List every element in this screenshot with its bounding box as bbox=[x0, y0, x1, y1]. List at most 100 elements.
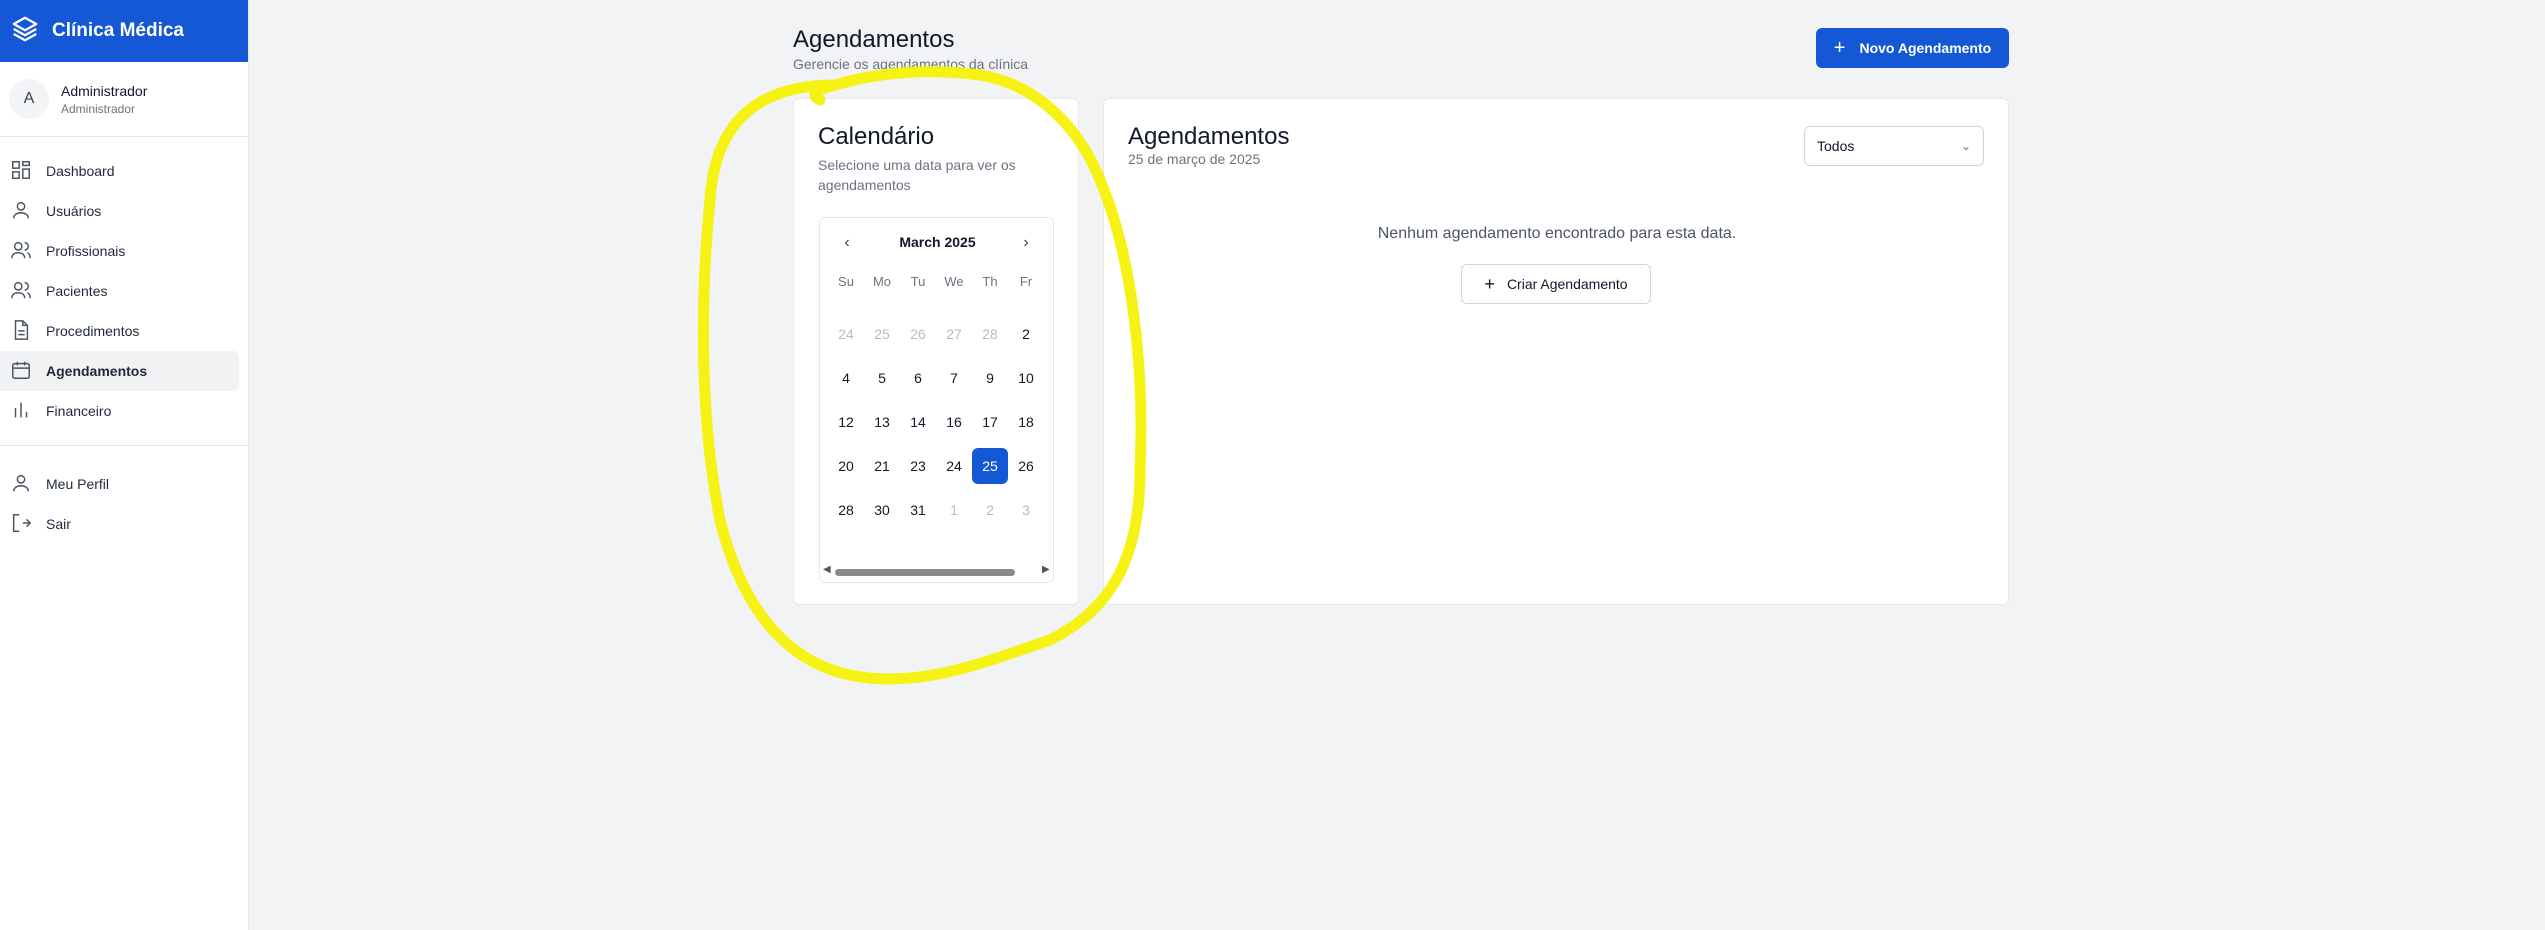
calendar-day-number: 10 bbox=[1018, 370, 1034, 386]
calendar-day-outside[interactable]: 26 bbox=[900, 312, 936, 356]
calendar-day-number: 17 bbox=[982, 414, 998, 430]
calendar-day[interactable]: 9 bbox=[972, 356, 1008, 400]
calendar-day[interactable]: 6 bbox=[900, 356, 936, 400]
sidebar-item-dashboard[interactable]: Dashboard bbox=[0, 151, 240, 191]
calendar-day-outside[interactable]: 1 bbox=[936, 488, 972, 532]
calendar-day[interactable]: 11 bbox=[1044, 356, 1053, 400]
calendar-day[interactable]: 24 bbox=[936, 444, 972, 488]
calendar-day[interactable]: 10 bbox=[1008, 356, 1044, 400]
calendar-day[interactable]: 19 bbox=[1044, 400, 1053, 444]
calendar-day[interactable]: 13 bbox=[864, 400, 900, 444]
sidebar-nav: Dashboard Usuários Profissionais Pacient… bbox=[0, 137, 248, 544]
scroll-right-icon[interactable]: ▶ bbox=[1042, 564, 1050, 575]
calendar-day-number: 13 bbox=[874, 414, 890, 430]
calendar-day-number: 7 bbox=[950, 370, 958, 386]
weekday-label: Th bbox=[982, 273, 998, 289]
sidebar-item-agendamentos[interactable]: Agendamentos bbox=[0, 351, 239, 391]
sidebar-item-financeiro[interactable]: Financeiro bbox=[0, 391, 240, 431]
calendar-day-outside[interactable]: 27 bbox=[936, 312, 972, 356]
calendar-day[interactable]: 16 bbox=[936, 400, 972, 444]
next-month-button[interactable]: › bbox=[1014, 231, 1038, 255]
calendar-day[interactable]: 20 bbox=[828, 444, 864, 488]
calendar-day[interactable]: 12 bbox=[828, 400, 864, 444]
calendar-day[interactable]: 23 bbox=[900, 444, 936, 488]
users-icon bbox=[10, 279, 32, 304]
calendar-day-outside[interactable]: 24 bbox=[828, 312, 864, 356]
appointments-selected-date: 25 de março de 2025 bbox=[1128, 151, 1261, 167]
calendar-day-number: 21 bbox=[874, 458, 890, 474]
sidebar-item-pacientes[interactable]: Pacientes bbox=[0, 271, 240, 311]
sidebar-item-label: Sair bbox=[46, 516, 71, 532]
user-block: A Administrador Administrador bbox=[0, 62, 248, 137]
calendar-day[interactable]: 27 bbox=[1044, 444, 1053, 488]
calendar-day[interactable]: 18 bbox=[1008, 400, 1044, 444]
calendar-day-outside[interactable]: 28 bbox=[972, 312, 1008, 356]
status-filter-value: Todos bbox=[1817, 138, 1855, 154]
calendar-day-number: 24 bbox=[838, 326, 854, 342]
calendar-day-selected[interactable]: 25 bbox=[972, 444, 1008, 488]
sidebar-item-profissionais[interactable]: Profissionais bbox=[0, 231, 240, 271]
document-icon bbox=[10, 319, 32, 344]
brand-name: Clínica Médica bbox=[52, 20, 184, 41]
logout-icon bbox=[10, 512, 32, 537]
create-appointment-label: Criar Agendamento bbox=[1506, 276, 1628, 292]
empty-state-message: Nenhum agendamento encontrado para esta … bbox=[1377, 225, 1737, 242]
calendar-card-description: Selecione uma data para ver os agendamen… bbox=[818, 157, 1016, 193]
create-appointment-button[interactable]: + Criar Agendamento bbox=[1461, 264, 1651, 304]
calendar-day[interactable]: 30 bbox=[864, 488, 900, 532]
sidebar-item-procedimentos[interactable]: Procedimentos bbox=[0, 311, 240, 351]
calendar-day[interactable]: 14 bbox=[900, 400, 936, 444]
calendar-day-outside[interactable]: 3 bbox=[1008, 488, 1044, 532]
brand-header[interactable]: Clínica Médica bbox=[0, 0, 248, 62]
layers-icon bbox=[10, 14, 40, 49]
weekday-label: Mo bbox=[872, 273, 892, 289]
user-name: Administrador bbox=[61, 82, 148, 99]
sidebar-divider bbox=[0, 445, 248, 446]
sidebar-item-label: Pacientes bbox=[46, 283, 108, 299]
sidebar-item-label: Meu Perfil bbox=[46, 476, 110, 492]
calendar-day-number: 3 bbox=[1022, 502, 1030, 518]
calendar-day[interactable]: 17 bbox=[972, 400, 1008, 444]
calendar-day-number: 25 bbox=[874, 326, 890, 342]
sidebar: Clínica Médica A Administrador Administr… bbox=[0, 0, 249, 930]
new-appointment-label: Novo Agendamento bbox=[1859, 40, 1992, 56]
calendar-day-number: 4 bbox=[842, 370, 850, 386]
calendar-day-number: 16 bbox=[946, 414, 962, 430]
calendar-day-outside[interactable]: 23 bbox=[1044, 268, 1053, 312]
sidebar-item-label: Profissionais bbox=[46, 243, 126, 259]
calendar-day[interactable]: 26 bbox=[1008, 444, 1044, 488]
user-icon bbox=[10, 472, 32, 497]
sidebar-item-label: Dashboard bbox=[46, 163, 115, 179]
calendar-card: Calendário Selecione uma data para ver o… bbox=[793, 98, 1079, 605]
calendar-day[interactable]: 21 bbox=[864, 444, 900, 488]
weekday-label: We bbox=[944, 273, 964, 289]
calendar-day[interactable]: 3 bbox=[1044, 312, 1053, 356]
page-subtitle: Gerencie os agendamentos da clínica bbox=[793, 56, 1029, 72]
sidebar-item-label: Agendamentos bbox=[46, 363, 148, 379]
scroll-left-icon[interactable]: ◀ bbox=[823, 564, 831, 575]
calendar-day-number: 23 bbox=[910, 458, 926, 474]
sidebar-item-usuarios[interactable]: Usuários bbox=[0, 191, 240, 231]
page-title: Agendamentos bbox=[793, 26, 955, 53]
calendar-day-outside[interactable]: 4 bbox=[1044, 488, 1053, 532]
sidebar-item-sair[interactable]: Sair bbox=[0, 504, 240, 544]
calendar-day-number: 25 bbox=[972, 448, 1008, 484]
horizontal-scrollbar[interactable]: ◀ ▶ bbox=[820, 562, 1053, 582]
sidebar-item-meu-perfil[interactable]: Meu Perfil bbox=[0, 464, 240, 504]
status-filter-select[interactable]: Todos ⌄ bbox=[1804, 126, 1984, 166]
new-appointment-button[interactable]: + Novo Agendamento bbox=[1816, 28, 2009, 68]
calendar-day[interactable]: 31 bbox=[900, 488, 936, 532]
calendar-day-outside[interactable]: 2 bbox=[972, 488, 1008, 532]
appointments-card: Agendamentos 25 de março de 2025 Todos ⌄… bbox=[1103, 98, 2009, 605]
calendar-day[interactable]: 7 bbox=[936, 356, 972, 400]
user-icon bbox=[10, 199, 32, 224]
calendar-day-number: 24 bbox=[946, 458, 962, 474]
weekday-label: Su bbox=[838, 273, 854, 289]
calendar-day-outside[interactable]: 25 bbox=[864, 312, 900, 356]
scrollbar-thumb[interactable] bbox=[835, 569, 1015, 576]
calendar-day[interactable]: 2 bbox=[1008, 312, 1044, 356]
calendar-day[interactable]: 4 bbox=[828, 356, 864, 400]
calendar-day[interactable]: 5 bbox=[864, 356, 900, 400]
calendar-day[interactable]: 28 bbox=[828, 488, 864, 532]
calendar-grid: SuMoTuWeThFr2324252627282345679101112131… bbox=[828, 268, 1053, 532]
